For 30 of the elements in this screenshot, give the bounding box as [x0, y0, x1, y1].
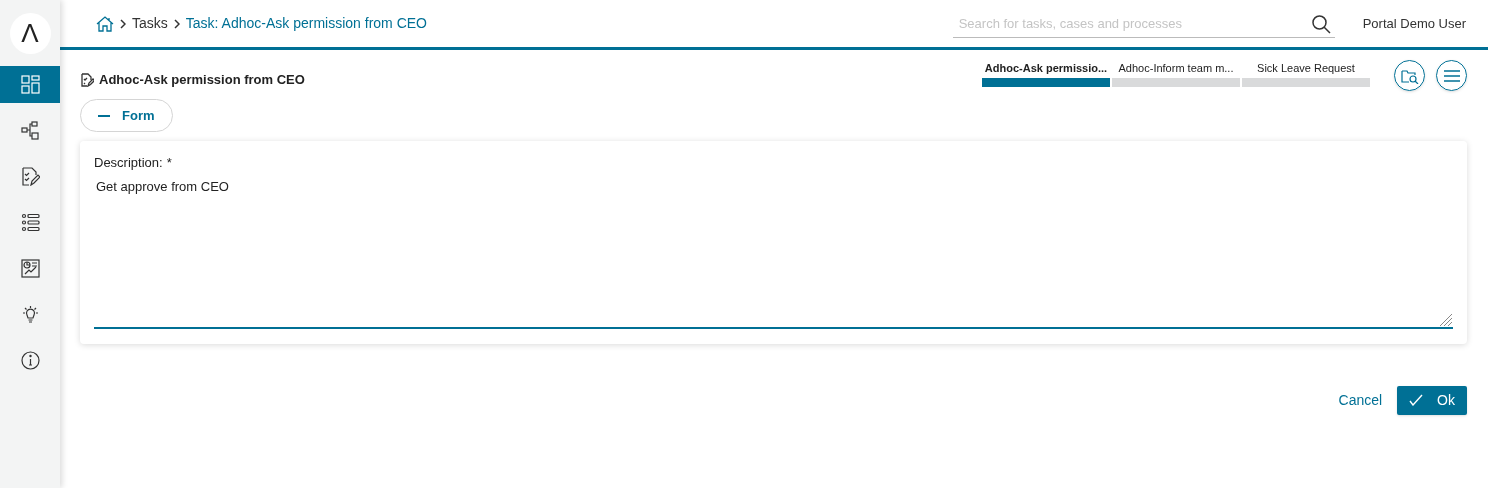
logo[interactable]: Λ	[9, 13, 51, 54]
breadcrumb-link[interactable]: Tasks	[132, 13, 168, 34]
task-list-icon	[20, 167, 40, 186]
step-label: Sick Leave Request	[1257, 61, 1355, 76]
user-name[interactable]: Portal Demo User	[1362, 13, 1466, 34]
chevron-right-icon	[120, 18, 126, 29]
folder-search-icon	[1400, 67, 1419, 84]
checkmark-icon	[1409, 394, 1424, 406]
resize-handle-icon[interactable]	[1440, 313, 1452, 326]
ok-button[interactable]: Ok	[1397, 385, 1467, 415]
info-icon	[20, 351, 40, 370]
required-mark: *	[166, 154, 172, 172]
step-label: Adhoc-Inform team m...	[1118, 61, 1234, 76]
chevron-right-icon	[173, 18, 180, 29]
breadcrumb-link[interactable]: Task: Adhoc-Ask permission from CEO	[185, 13, 427, 34]
search-icon[interactable]	[1310, 13, 1331, 34]
task-edit-icon	[80, 72, 94, 87]
task-title: Adhoc-Ask permission from CEO	[99, 71, 305, 89]
lightbulb-icon	[20, 305, 40, 324]
home-icon[interactable]	[96, 15, 114, 32]
step-label: Adhoc-Ask permissio...	[984, 61, 1108, 76]
process-diagram-icon	[20, 121, 40, 140]
cancel-link[interactable]: Cancel	[1338, 389, 1383, 411]
search-field[interactable]: Search for tasks, cases and processes	[952, 9, 1335, 38]
description-field[interactable]: Get approve from CEO	[94, 176, 1453, 329]
dashboard-icon	[20, 75, 40, 94]
list-icon	[20, 213, 40, 232]
field-label: Description:	[94, 154, 163, 172]
chart-icon	[20, 259, 40, 278]
menu-icon	[1443, 69, 1460, 82]
